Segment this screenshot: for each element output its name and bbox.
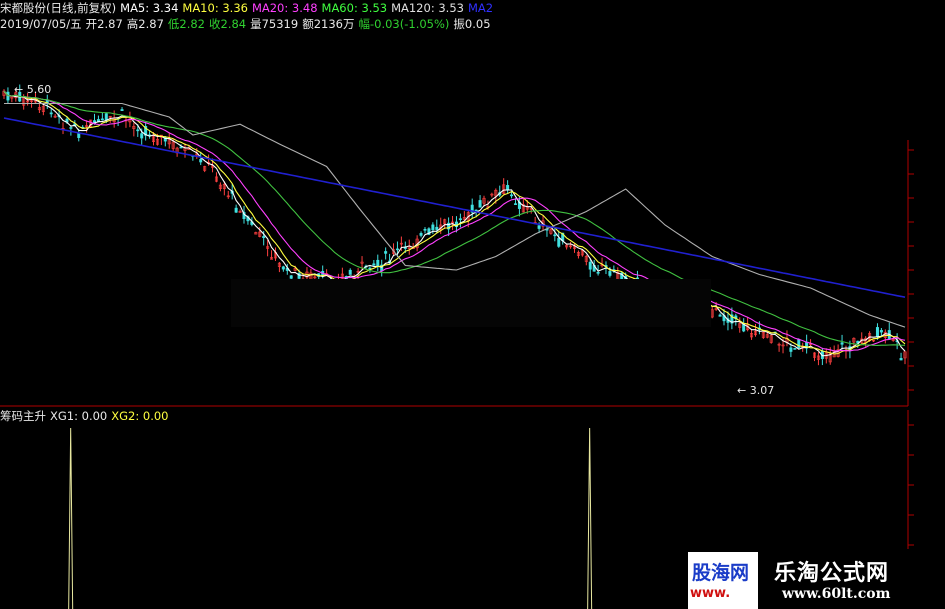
row3-item-0: 筹码主升 (0, 409, 46, 423)
row3-item-2: XG2: 0.00 (111, 409, 169, 423)
high-price-label: ← 5.60 (14, 83, 52, 96)
candle-body (596, 272, 600, 274)
indicator-spike-0 (68, 427, 74, 609)
candle-body (199, 159, 203, 163)
candle-body (510, 194, 514, 197)
candle-body (793, 348, 797, 350)
row1-item-0: 宋都股份(日线,前复权) (0, 1, 117, 15)
row2-item-8: 振0.05 (453, 17, 491, 31)
candle-body (140, 133, 144, 139)
row3-item-1: XG1: 0.00 (50, 409, 108, 423)
candle-body (395, 248, 399, 251)
redaction-block-top-right (535, 0, 945, 140)
row2-item-6: 额2136万 (302, 17, 355, 31)
candle-body (840, 342, 844, 345)
watermark-guhai-title: 股海网 (692, 562, 750, 584)
low-price-label: ← 3.07 (737, 384, 775, 397)
candle-body (281, 266, 285, 270)
candle-body (234, 207, 238, 213)
price-header-row: 宋都股份(日线,前复权) MA5: 3.34 MA10: 3.36 MA20: 3.4… (0, 1, 497, 15)
candle-body (435, 226, 439, 230)
watermark-letao: 乐淘公式网 www.60lt.com (758, 549, 945, 609)
candle-body (513, 203, 517, 205)
candle-body (423, 229, 427, 231)
redaction-block-center (231, 279, 711, 327)
candle-body (879, 330, 883, 333)
candle-body (120, 109, 124, 111)
row2-item-1: 开2.87 (85, 17, 123, 31)
candle-body (136, 129, 140, 132)
row1-item-5: MA120: 3.53 (391, 1, 464, 15)
row1-item-2: MA10: 3.36 (182, 1, 248, 15)
candle-body (69, 127, 73, 129)
watermark-guhai: 股海网 www. (688, 552, 758, 609)
candle-body (49, 112, 53, 115)
watermark-letao-title: 乐淘公式网 (774, 561, 890, 586)
candle-body (553, 234, 557, 237)
row2-item-3: 低2.82 (167, 17, 205, 31)
candle-body (789, 347, 793, 352)
candle-body (104, 113, 108, 121)
watermark-letao-url: www.60lt.com (782, 586, 891, 602)
indicator-header-row: 筹码主升 XG1: 0.00 XG2: 0.00 (0, 409, 173, 423)
candle-body (419, 233, 423, 236)
candle-body (506, 185, 510, 191)
candle-body (376, 259, 380, 266)
candle-body (875, 327, 879, 338)
bar-info-row: 2019/07/05/五 开2.87 高2.87 低2.82 收2.84 量75319 额2… (0, 17, 495, 31)
indicator-spikes (68, 427, 593, 609)
indicator-spike-1 (587, 427, 593, 609)
row2-item-0: 2019/07/05/五 (0, 17, 82, 31)
candle-body (588, 261, 592, 270)
candle-body (348, 269, 352, 275)
candle-body (431, 224, 435, 231)
candle-body (372, 263, 376, 266)
candle-body (179, 146, 183, 149)
candle-body (557, 238, 561, 247)
candle-body (77, 133, 81, 138)
candle-body (262, 236, 266, 239)
row1-item-4: MA60: 3.53 (321, 1, 388, 15)
watermark-guhai-url: www. (690, 586, 731, 601)
candle-body (537, 225, 541, 229)
candle-body (289, 275, 293, 279)
row1-item-1: MA5: 3.34 (120, 1, 179, 15)
candle-body (478, 200, 482, 208)
row2-item-4: 收2.84 (209, 17, 247, 31)
candle-body (100, 118, 104, 121)
row1-item-3: MA20: 3.48 (251, 1, 318, 15)
row2-item-2: 高2.87 (126, 17, 164, 31)
candle-body (384, 251, 388, 254)
candle-body (718, 314, 722, 317)
candle-body (608, 271, 612, 276)
axis-ticks (908, 149, 914, 576)
row1-item-6: MA2 (467, 1, 494, 15)
candle-body (458, 218, 462, 220)
row2-item-5: 量75319 (250, 17, 299, 31)
candle-body (899, 358, 903, 361)
row2-item-7: 幅-0.03(-1.05%) (358, 17, 450, 31)
